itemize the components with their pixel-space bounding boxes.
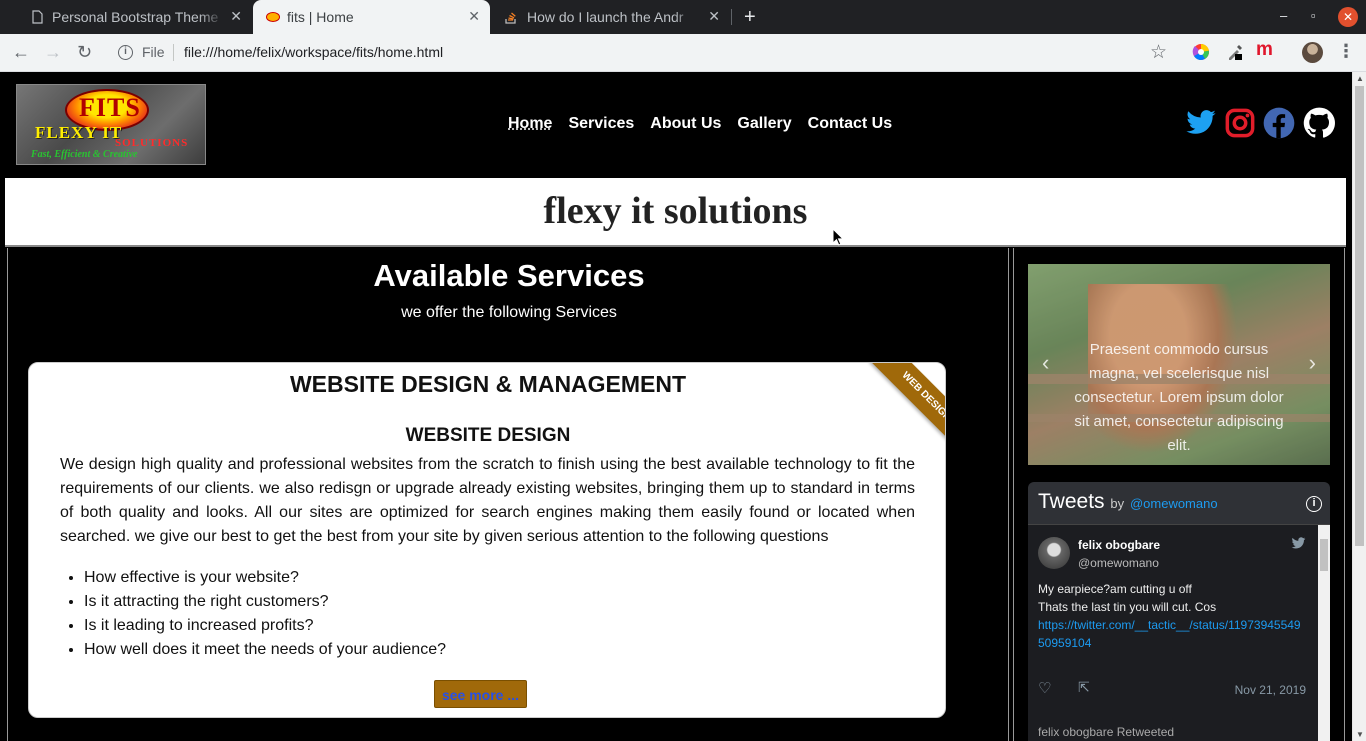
tab-fits-home[interactable]: fits | Home ✕ (253, 0, 490, 34)
github-icon[interactable] (1303, 107, 1335, 139)
logo-name: FLEXY IT (35, 123, 123, 142)
tweets-header: Tweets by @omewomano (1038, 490, 1218, 514)
nav-gallery[interactable]: Gallery (737, 115, 791, 133)
image-carousel[interactable]: Praesent commodo cursus magna, vel scele… (1028, 264, 1330, 465)
color-picker-extension-icon[interactable] (1192, 43, 1210, 61)
tab-personal-bootstrap-theme[interactable]: Personal Bootstrap Theme ✕ (4, 0, 252, 34)
carousel-next-icon[interactable]: › (1309, 350, 1316, 376)
service-card-web-design: WEB DESIGN WEBSITE DESIGN & MANAGEMENT W… (28, 362, 946, 718)
avatar[interactable] (1038, 537, 1070, 569)
nav-contact-us[interactable]: Contact Us (808, 115, 892, 133)
carousel-prev-icon[interactable]: ‹ (1042, 350, 1049, 376)
tweet-list: felix obogbare @omewomano My earpiece?am… (1028, 524, 1330, 741)
web-page: FITS FLEXY IT SOLUTIONS Fast, Efficient … (0, 72, 1366, 741)
tweet-author-name[interactable]: felix obogbare (1078, 538, 1160, 552)
question-list: How effective is your website? Is it att… (84, 566, 446, 662)
tweet-author-handle[interactable]: @omewomano (1078, 556, 1159, 570)
site-info-icon[interactable]: i (118, 45, 133, 60)
list-item: Is it attracting the right customers? (84, 590, 446, 614)
scrollbar-thumb[interactable] (1355, 86, 1364, 546)
share-icon[interactable]: ⇱ (1078, 679, 1090, 696)
tab-title: fits | Home (287, 9, 354, 25)
tweets-title: Tweets (1038, 490, 1105, 513)
like-heart-icon[interactable]: ♡ (1038, 679, 1051, 697)
m-extension-icon[interactable]: m (1256, 39, 1273, 61)
nav-about-us[interactable]: About Us (650, 115, 721, 133)
carousel-caption: Praesent commodo cursus magna, vel scele… (1074, 341, 1284, 454)
new-tab-button[interactable]: + (744, 6, 756, 29)
services-section: Available Services we offer the followin… (7, 248, 1009, 741)
list-item: How effective is your website? (84, 566, 446, 590)
facebook-icon[interactable] (1263, 107, 1295, 139)
list-item: How well does it meet the needs of your … (84, 638, 446, 662)
tweet-date[interactable]: Nov 21, 2019 (1235, 683, 1306, 697)
close-tab-icon[interactable]: ✕ (468, 8, 480, 25)
logo-mark: FITS (79, 93, 141, 122)
forward-arrow-icon[interactable]: → (44, 42, 62, 63)
bookmark-star-icon[interactable]: ☆ (1150, 41, 1167, 64)
page-title: flexy it solutions (543, 190, 808, 232)
tweet-scrollbar[interactable] (1318, 525, 1330, 741)
info-icon[interactable]: i (1306, 496, 1322, 512)
maximize-button[interactable]: ▫ (1311, 8, 1316, 23)
divider (5, 245, 1346, 247)
card-description: We design high quality and professional … (60, 456, 915, 545)
logo-tagline: Fast, Efficient & Creative (31, 149, 138, 160)
browser-tab-bar: Personal Bootstrap Theme ✕ fits | Home ✕… (0, 0, 1366, 34)
browser-toolbar: ← → ↻ i File file:///home/felix/workspac… (0, 34, 1366, 72)
see-more-button[interactable]: see more ... (434, 680, 527, 708)
tweet-link[interactable]: https://twitter.com/__tactic__/status/11… (1038, 616, 1304, 652)
services-subtitle: we offer the following Services (401, 304, 617, 321)
tab-title: Personal Bootstrap Theme (52, 9, 219, 25)
url-scheme-label: File (142, 44, 165, 60)
document-icon (32, 10, 43, 24)
instagram-icon[interactable] (1224, 107, 1256, 139)
tweets-handle-link[interactable]: @omewomano (1130, 496, 1218, 511)
back-arrow-icon[interactable]: ← (12, 42, 30, 63)
close-tab-icon[interactable]: ✕ (708, 8, 720, 25)
reload-icon[interactable]: ↻ (77, 42, 92, 63)
stackoverflow-icon (505, 12, 516, 24)
tab-title: How do I launch the Andr (527, 9, 684, 25)
profile-avatar[interactable] (1302, 42, 1323, 63)
card-subtitle: WEBSITE DESIGN (405, 425, 571, 446)
twitter-timeline-widget: Tweets by @omewomano i felix obogbare @o… (1028, 482, 1330, 741)
hero-banner: flexy it solutions (5, 178, 1346, 245)
tweet-line: My earpiece?am cutting u off (1038, 582, 1192, 596)
twitter-bird-icon[interactable] (1291, 537, 1306, 550)
site-logo[interactable]: FITS FLEXY IT SOLUTIONS Fast, Efficient … (16, 84, 206, 165)
address-bar[interactable]: file:///home/felix/workspace/fits/home.h… (184, 44, 443, 60)
twitter-icon[interactable] (1185, 107, 1217, 139)
tweet-line: Thats the last tin you will cut. Cos (1038, 600, 1217, 614)
main-navigation: Home Services About Us Gallery Contact U… (508, 115, 892, 133)
page-scrollbar[interactable]: ▲ ▼ (1352, 72, 1366, 741)
tweet-text: My earpiece?am cutting u off Thats the l… (1038, 580, 1304, 652)
card-title: WEBSITE DESIGN & MANAGEMENT (289, 371, 687, 397)
services-title: Available Services (373, 258, 645, 293)
browser-menu-icon[interactable]: ⋮ (1337, 41, 1355, 62)
sidebar: Praesent commodo cursus magna, vel scele… (1013, 248, 1345, 741)
tweets-by: by (1110, 496, 1125, 511)
retweet-label: felix obogbare Retweeted (1038, 725, 1175, 739)
nav-services[interactable]: Services (568, 115, 634, 133)
site-header: FITS FLEXY IT SOLUTIONS Fast, Efficient … (0, 72, 1352, 178)
close-window-button[interactable]: ✕ (1338, 7, 1358, 27)
close-tab-icon[interactable]: ✕ (230, 8, 242, 25)
fits-favicon-icon (266, 12, 280, 22)
logo-sub: SOLUTIONS (115, 137, 189, 149)
nav-home[interactable]: Home (508, 115, 552, 133)
list-item: Is it leading to increased profits? (84, 614, 446, 638)
tab-stackoverflow[interactable]: How do I launch the Andr ✕ (490, 0, 730, 34)
eyedropper-extension-icon[interactable] (1226, 43, 1244, 61)
minimize-button[interactable]: – (1280, 8, 1287, 23)
mouse-cursor-icon (832, 228, 844, 246)
